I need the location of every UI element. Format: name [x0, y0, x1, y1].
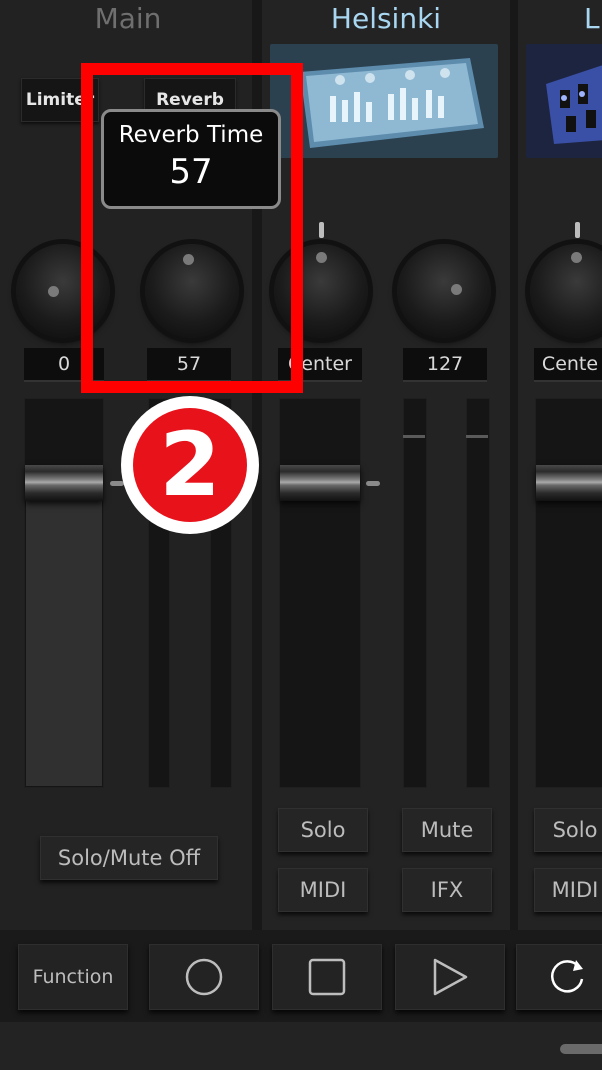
helsinki-send-value: 127	[403, 348, 487, 382]
next-synth-image[interactable]	[526, 44, 602, 158]
helsinki-meter-right	[466, 398, 490, 788]
annotation-step-badge: 2	[121, 396, 259, 534]
stop-button[interactable]	[272, 944, 382, 1010]
knob-center-tick	[575, 222, 580, 238]
helsinki-mute-button[interactable]: Mute	[402, 808, 492, 852]
fader-zero-marker	[366, 481, 380, 486]
record-icon	[185, 958, 223, 996]
knob-indicator	[451, 284, 462, 295]
loop-button[interactable]	[516, 944, 602, 1010]
play-button[interactable]	[395, 944, 505, 1010]
knob-indicator	[316, 252, 327, 263]
fader-zero-marker	[110, 481, 124, 486]
helsinki-solo-button[interactable]: Solo	[278, 808, 368, 852]
bottom-area	[0, 1022, 602, 1070]
next-midi-button[interactable]: MIDI	[534, 868, 602, 912]
meter-peak-line	[403, 435, 425, 438]
stop-icon	[308, 958, 346, 996]
meter-peak-line	[466, 435, 488, 438]
main-fader-level	[26, 500, 102, 786]
loop-icon	[551, 960, 584, 993]
knob-indicator	[571, 252, 582, 263]
helsinki-fader-track[interactable]	[279, 398, 361, 788]
next-pan-value: Cente	[534, 348, 602, 382]
next-solo-button[interactable]: Solo	[534, 808, 602, 852]
solo-mute-off-button[interactable]: Solo/Mute Off	[40, 836, 218, 880]
helsinki-synth-image[interactable]	[270, 44, 498, 158]
helsinki-send-knob[interactable]	[397, 244, 491, 338]
knob-indicator	[48, 286, 59, 297]
helsinki-midi-button[interactable]: MIDI	[278, 868, 368, 912]
helsinki-ifx-button[interactable]: IFX	[402, 868, 492, 912]
next-fader-handle[interactable]	[536, 465, 602, 501]
next-channel-title[interactable]: L	[584, 2, 602, 35]
main-channel-title: Main	[94, 2, 162, 35]
home-indicator[interactable]	[560, 1044, 602, 1054]
function-button[interactable]: Function	[18, 944, 128, 1010]
helsinki-channel-title[interactable]: Helsinki	[262, 2, 510, 35]
knob-center-tick	[319, 222, 324, 238]
annotation-highlight-frame	[81, 63, 303, 393]
helsinki-fader-handle[interactable]	[280, 465, 360, 501]
play-icon	[433, 958, 468, 996]
record-button[interactable]	[149, 944, 259, 1010]
helsinki-meter-left	[403, 398, 427, 788]
next-fader-track[interactable]	[535, 398, 602, 788]
badge-number: 2	[133, 408, 247, 522]
main-fader-handle[interactable]	[25, 465, 103, 501]
